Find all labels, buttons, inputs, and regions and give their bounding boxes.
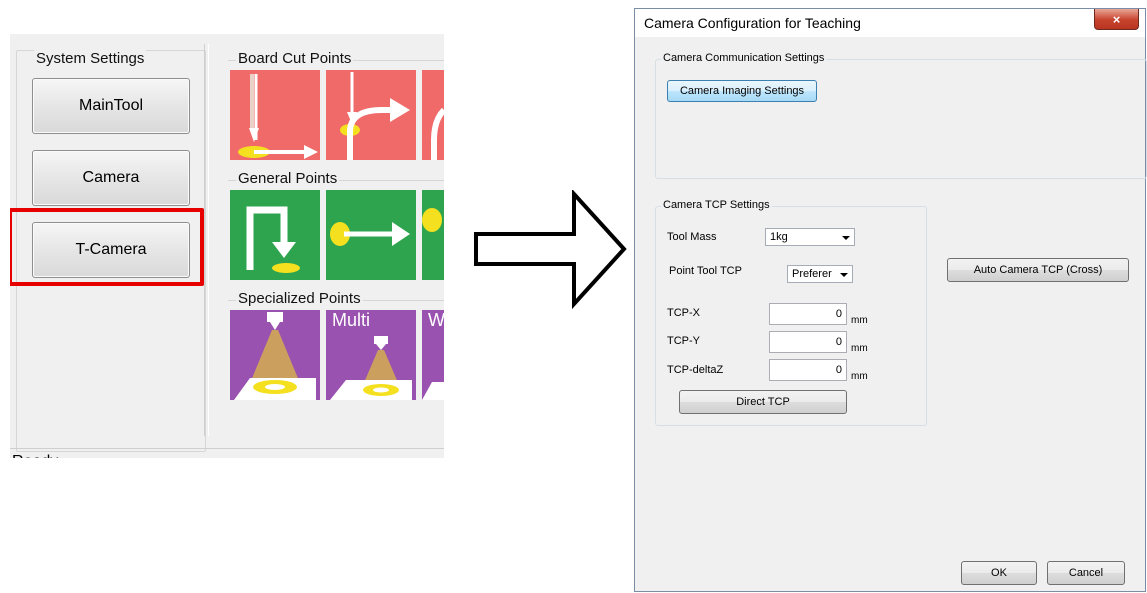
board-cut-arc-icon	[340, 72, 410, 160]
system-settings-panel: System Settings MainTool Camera T-Camera…	[10, 34, 444, 458]
specialized-partial-tile[interactable]: W	[422, 310, 444, 400]
point-tool-tcp-label: Point Tool TCP	[669, 265, 742, 277]
specialized-camera-tile[interactable]	[230, 310, 320, 400]
camera-communication-group	[655, 59, 1147, 179]
tcp-x-unit: mm	[851, 315, 868, 326]
panel-divider	[204, 44, 209, 436]
board-cut-l-icon	[238, 74, 318, 159]
point-tool-tcp-value: Preferer	[792, 268, 832, 280]
board-cut-l-shape-tile[interactable]	[230, 70, 320, 160]
system-settings-label: System Settings	[34, 50, 147, 67]
tcp-y-label: TCP-Y	[667, 335, 700, 347]
tcp-deltaz-unit: mm	[851, 371, 868, 382]
point-tool-tcp-select[interactable]: Preferer	[787, 265, 853, 283]
board-cut-partial-icon	[431, 107, 444, 160]
maintool-button[interactable]: MainTool	[32, 78, 190, 134]
partial-tile-label: W	[428, 310, 444, 330]
tcp-deltaz-input[interactable]: 0	[769, 359, 847, 381]
right-arrow-icon	[474, 190, 627, 310]
camera-tcp-label: Camera TCP Settings	[661, 199, 772, 211]
general-straight-tile[interactable]	[326, 190, 416, 280]
multi-label: Multi	[332, 310, 371, 330]
specialized-points-label: Specialized Points	[236, 290, 363, 307]
dialog-title-bar: Camera Configuration for Teaching ×	[635, 9, 1145, 37]
close-icon: ×	[1112, 11, 1121, 27]
board-cut-partial-tile[interactable]	[422, 70, 444, 160]
specialized-multi-tile[interactable]: Multi	[326, 310, 416, 400]
direct-tcp-button[interactable]: Direct TCP	[679, 390, 847, 414]
camera-spotlight-icon	[234, 312, 316, 400]
close-button[interactable]: ×	[1094, 9, 1139, 30]
t-camera-highlight	[10, 208, 204, 286]
tcp-deltaz-label: TCP-deltaZ	[667, 364, 724, 376]
camera-communication-label: Camera Communication Settings	[661, 52, 827, 64]
tcp-x-label: TCP-X	[667, 307, 700, 319]
chevron-down-icon	[840, 273, 848, 277]
general-straight-icon	[330, 222, 410, 246]
tool-mass-label: Tool Mass	[667, 231, 717, 243]
general-u-turn-icon	[246, 206, 300, 273]
status-bar: Ready	[10, 448, 444, 458]
tcp-x-input[interactable]: 0	[769, 303, 847, 325]
dialog-title: Camera Configuration for Teaching	[644, 15, 861, 31]
general-u-turn-tile[interactable]	[230, 190, 320, 280]
cancel-button[interactable]: Cancel	[1047, 561, 1125, 585]
general-points-label: General Points	[236, 170, 340, 187]
tool-mass-select[interactable]: 1kg	[765, 228, 855, 246]
tcp-y-unit: mm	[851, 343, 868, 354]
chevron-down-icon	[842, 236, 850, 240]
auto-camera-tcp-button[interactable]: Auto Camera TCP (Cross)	[947, 258, 1129, 282]
general-partial-tile[interactable]	[422, 190, 444, 280]
camera-imaging-settings-button[interactable]: Camera Imaging Settings	[667, 80, 817, 102]
tcp-y-input[interactable]: 0	[769, 331, 847, 353]
camera-configuration-dialog: Camera Configuration for Teaching × Came…	[634, 8, 1147, 592]
tool-mass-value: 1kg	[770, 231, 788, 243]
ok-button[interactable]: OK	[961, 561, 1037, 585]
general-partial-icon	[422, 208, 442, 232]
board-cut-points-label: Board Cut Points	[236, 50, 354, 67]
board-cut-arc-tile[interactable]	[326, 70, 416, 160]
camera-button[interactable]: Camera	[32, 150, 190, 206]
